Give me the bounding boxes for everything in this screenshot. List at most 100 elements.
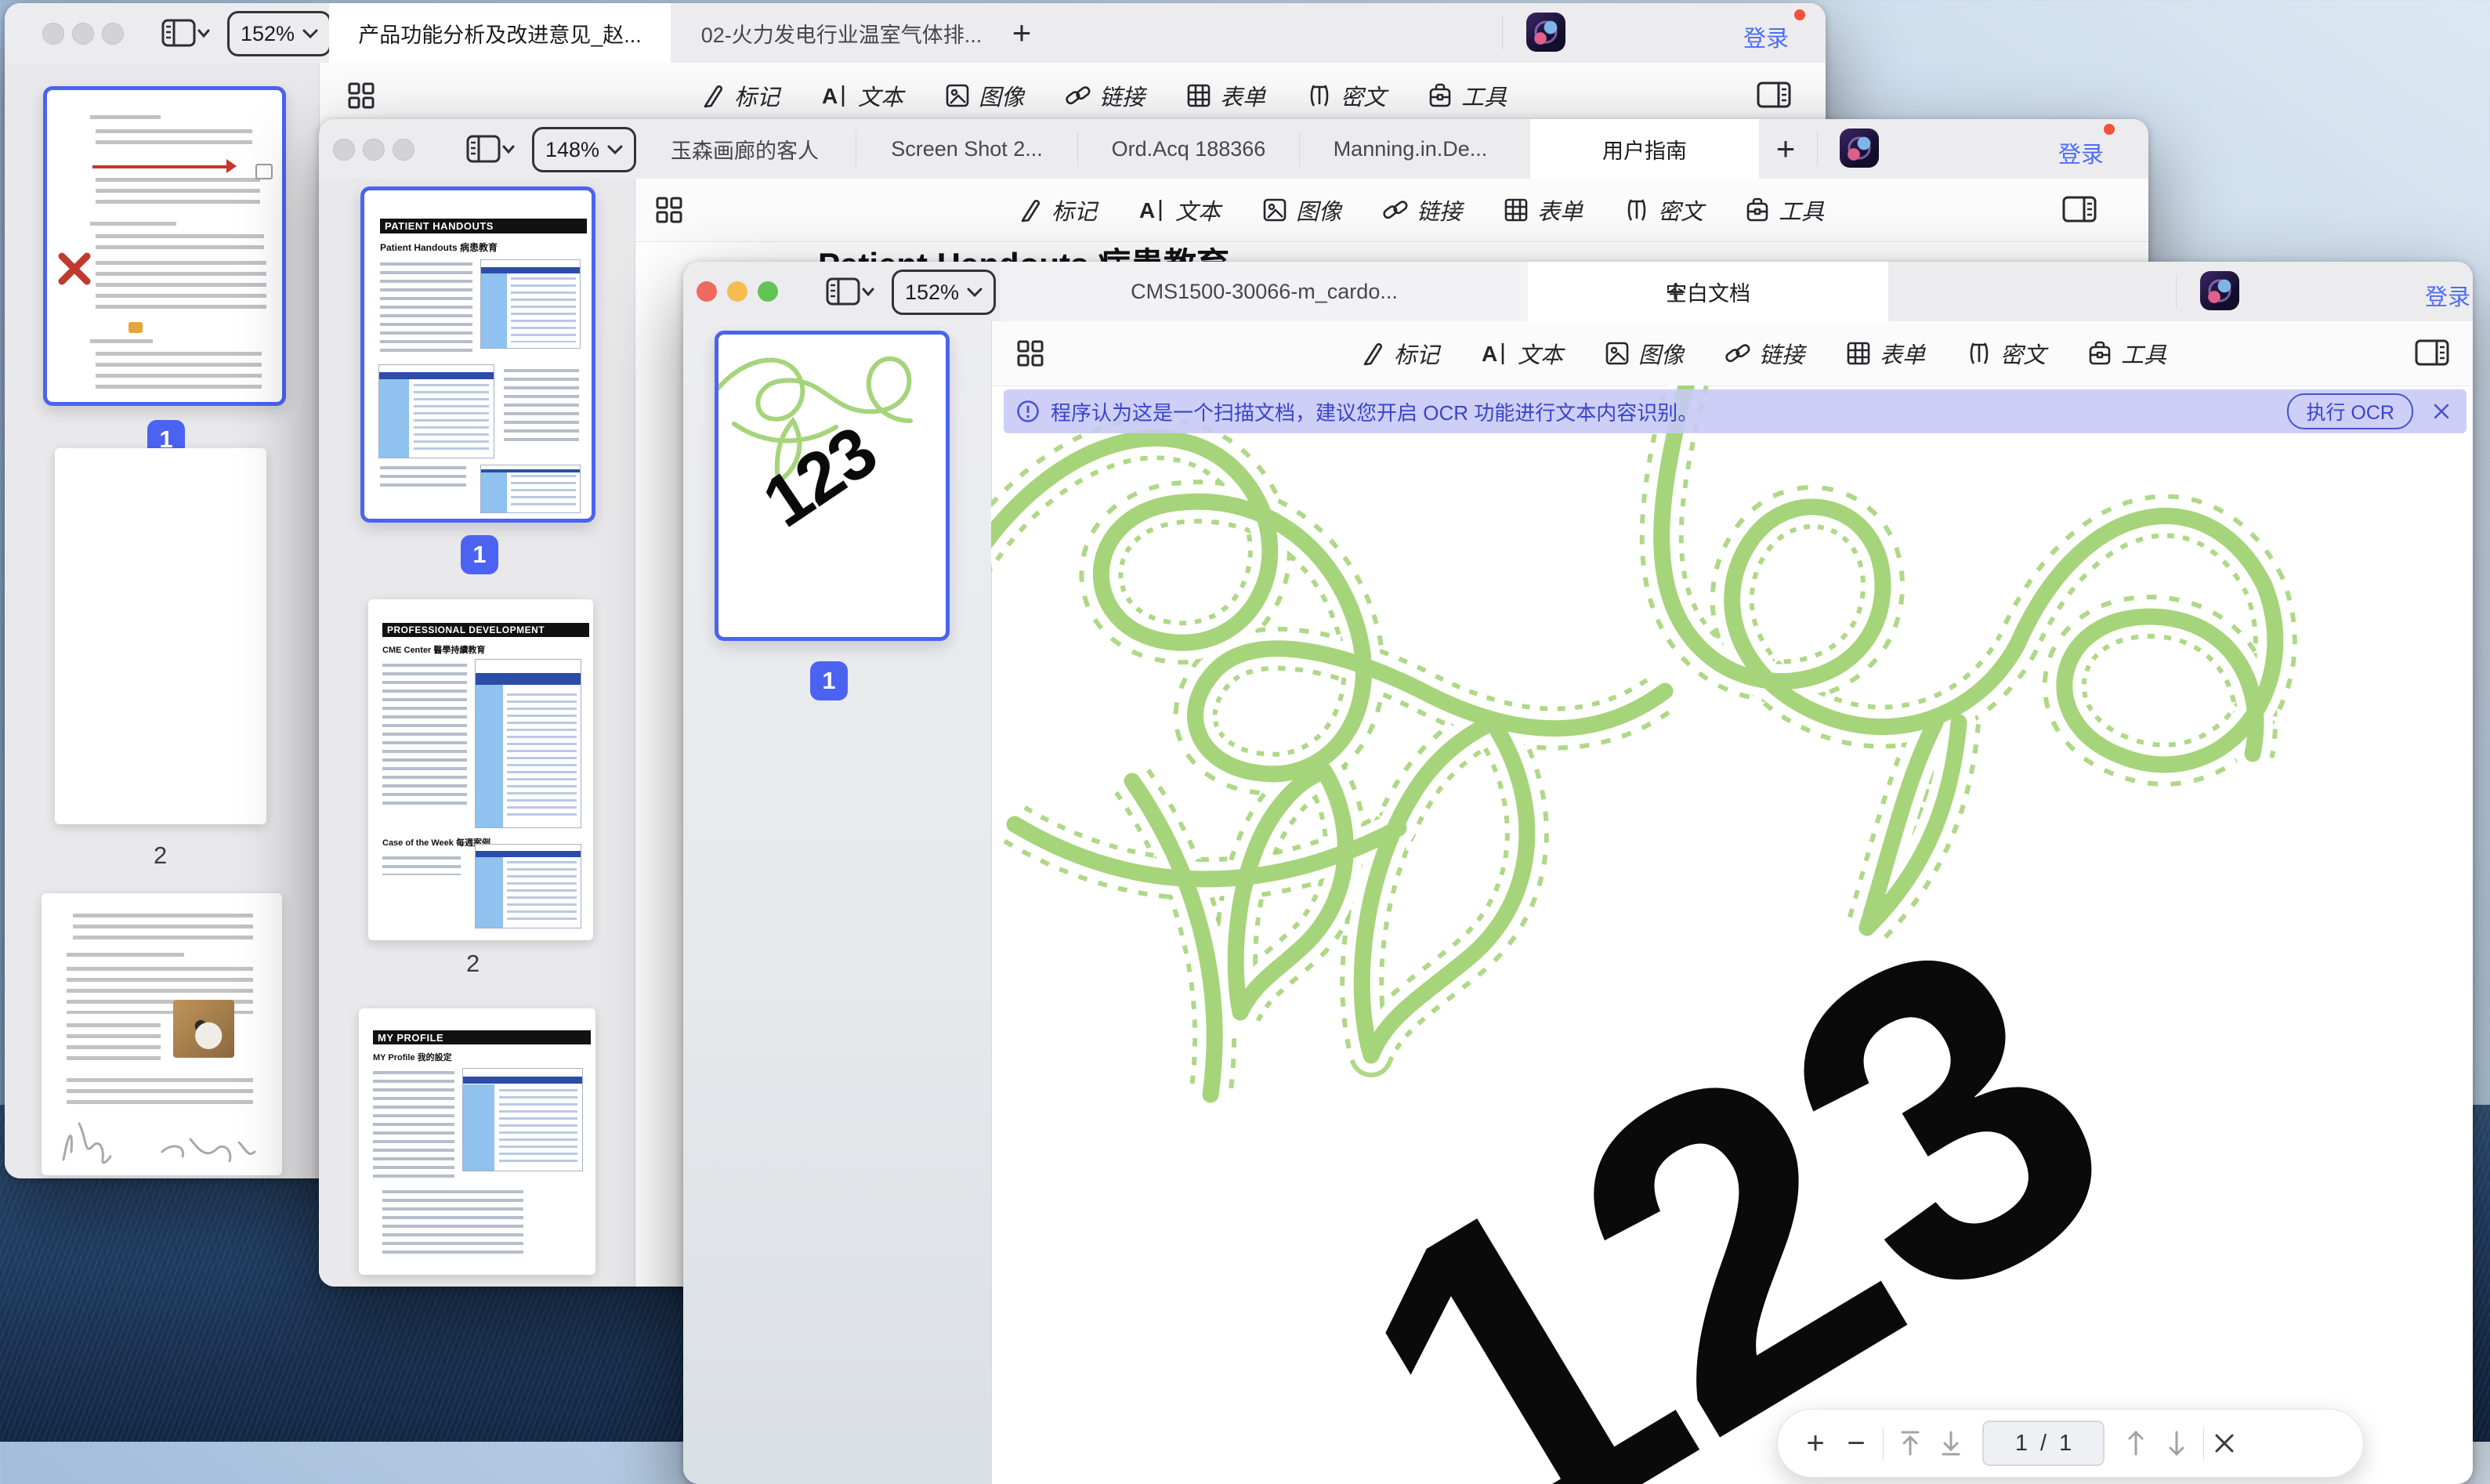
zoom-level-dropdown[interactable]: 152% xyxy=(892,270,996,315)
tool-redact[interactable]: 密文 xyxy=(1623,194,1703,226)
page-thumbnail-3[interactable]: MY PROFILE MY Profile 我的設定 xyxy=(359,1008,595,1275)
titlebar: 148% 玉森画廊的客人 Screen Shot 2... Ord.Acq 18… xyxy=(319,119,2148,179)
new-tab-button[interactable]: + xyxy=(1770,133,1801,165)
page-number-badge: 1 xyxy=(461,535,498,574)
tab-user-guide[interactable]: 用户指南 xyxy=(1530,119,1759,179)
close-window-icon[interactable] xyxy=(42,23,64,45)
sidebar-toggle-icon[interactable] xyxy=(466,133,515,165)
svg-text:A: A xyxy=(1139,198,1155,223)
tool-tools[interactable]: 工具 xyxy=(1427,79,1507,112)
thumbnails-grid-icon[interactable] xyxy=(1016,339,1044,367)
account-avatar[interactable] xyxy=(1840,128,1879,168)
tool-tools[interactable]: 工具 xyxy=(2086,337,2166,370)
sidebar-toggle-icon[interactable] xyxy=(161,17,210,49)
account-avatar[interactable] xyxy=(1526,13,1565,52)
right-panel-toggle-icon[interactable] xyxy=(2415,339,2449,366)
zoom-out-button[interactable]: − xyxy=(1836,1426,1877,1461)
toolbar: 标记 A文本 图像 链接 表单 密文 工具 xyxy=(635,179,2148,242)
page-thumbnail-2[interactable]: PROFESSIONAL DEVELOPMENT CME Center 醫學持續… xyxy=(368,599,593,940)
tab-document-4[interactable]: Manning.in.De... xyxy=(1300,119,1521,179)
zoom-level-dropdown[interactable]: 148% xyxy=(532,127,636,172)
login-link[interactable]: 登录 xyxy=(2058,136,2104,169)
thumbnails-grid-icon[interactable] xyxy=(655,196,683,224)
minimize-window-icon[interactable] xyxy=(727,281,747,302)
new-tab-button[interactable]: + xyxy=(1006,17,1037,49)
toolbar: 标记 A文本 图像 链接 表单 密文 工具 xyxy=(991,321,2473,386)
minimize-window-icon[interactable] xyxy=(363,139,385,161)
tab-blank-document[interactable]: 空白文档 xyxy=(1528,262,1888,322)
tab-document-2[interactable]: 02-火力发电行业温室气体排... xyxy=(671,3,1012,63)
minimize-window-icon[interactable] xyxy=(72,23,94,45)
page-navigation-bar: + − 1 / 1 xyxy=(1777,1409,2364,1478)
maximize-window-icon[interactable] xyxy=(102,23,124,45)
tab-document-1[interactable]: 产品功能分析及改进意见_赵... xyxy=(329,3,671,63)
tool-redact[interactable]: 密文 xyxy=(1306,79,1386,112)
desktop: { "login_label": "登录", "glyphs": { "plus… xyxy=(0,0,2490,1442)
login-link[interactable]: 登录 xyxy=(2425,279,2470,312)
page-thumbnail-1[interactable] xyxy=(43,86,286,406)
tool-markup[interactable]: 标记 xyxy=(1359,337,1439,370)
tab-document-2[interactable]: Screen Shot 2... xyxy=(856,119,1077,179)
tool-link[interactable]: 链接 xyxy=(1065,79,1145,112)
close-window-icon[interactable] xyxy=(697,281,717,302)
tab-document-3[interactable]: Ord.Acq 188366 xyxy=(1078,119,1299,179)
tool-link[interactable]: 链接 xyxy=(1725,337,1804,370)
zoom-level-value: 148% xyxy=(545,138,599,162)
tab-document-1[interactable]: CMS1500-30066-m_cardo... xyxy=(1001,262,1528,322)
comment-annotation-icon xyxy=(128,322,143,333)
cat-photo xyxy=(173,1000,234,1058)
first-page-icon[interactable] xyxy=(1890,1428,1931,1459)
titlebar: 152% 产品功能分析及改进意见_赵... 02-火力发电行业温室气体排... … xyxy=(5,3,1826,63)
page-indicator[interactable]: 1 / 1 xyxy=(1982,1421,2105,1466)
tool-form[interactable]: 表单 xyxy=(1503,194,1583,226)
close-window-icon[interactable] xyxy=(333,139,355,161)
tool-form[interactable]: 表单 xyxy=(1185,79,1265,112)
tool-form[interactable]: 表单 xyxy=(1845,337,1925,370)
tool-tools[interactable]: 工具 xyxy=(1744,194,1824,226)
tool-image[interactable]: 图像 xyxy=(1261,194,1341,226)
next-page-icon[interactable] xyxy=(2156,1428,2197,1459)
page-thumbnail-1[interactable]: 123 xyxy=(715,331,950,641)
zoom-level-value: 152% xyxy=(905,281,959,305)
thumbnail-sidebar: 123 1 xyxy=(683,321,992,1484)
annotation-arrow xyxy=(92,165,230,168)
signature-strokes xyxy=(52,1111,272,1174)
close-navigation-icon[interactable] xyxy=(2210,1429,2238,1457)
titlebar: 152% CMS1500-30066-m_cardo... 空白文档 + 登录 xyxy=(683,262,2473,322)
tab-document-1[interactable]: 玉森画廊的客人 xyxy=(634,119,856,179)
thumbnails-grid-icon[interactable] xyxy=(347,81,375,110)
mini-screenshot xyxy=(480,259,581,349)
tool-image[interactable]: 图像 xyxy=(944,79,1024,112)
notification-dot xyxy=(1794,9,1805,20)
ocr-message: 程序认为这是一个扫描文档，建议您开启 OCR 功能进行文本内容识别。 xyxy=(1051,397,1698,426)
thumb-section-header: PATIENT HANDOUTS xyxy=(380,219,587,233)
run-ocr-button[interactable]: 执行 OCR xyxy=(2287,393,2413,429)
previous-page-icon[interactable] xyxy=(2115,1428,2156,1459)
document-canvas[interactable]: 123 程序认为这是一个扫描文档，建议您开启 OCR 功能进行文本内容识别。 执… xyxy=(991,321,2473,1484)
tool-text[interactable]: A文本 xyxy=(1138,194,1221,226)
tool-markup[interactable]: 标记 xyxy=(700,79,780,112)
close-icon[interactable] xyxy=(2432,402,2451,421)
right-panel-toggle-icon[interactable] xyxy=(1757,81,1791,108)
sidebar-toggle-icon[interactable] xyxy=(826,276,874,307)
zoom-in-button[interactable]: + xyxy=(1795,1426,1836,1461)
tab-label: 02-火力发电行业温室气体排... xyxy=(701,18,983,49)
tool-redact[interactable]: 密文 xyxy=(1966,337,2046,370)
tool-text[interactable]: A文本 xyxy=(1480,337,1563,370)
tool-text[interactable]: A文本 xyxy=(820,79,903,112)
maximize-window-icon[interactable] xyxy=(393,139,414,161)
tool-image[interactable]: 图像 xyxy=(1604,337,1684,370)
tool-link[interactable]: 链接 xyxy=(1382,194,1462,226)
page-thumbnail-1[interactable]: PATIENT HANDOUTS Patient Handouts 病患教育 xyxy=(360,186,595,523)
account-avatar[interactable] xyxy=(2200,271,2239,310)
right-panel-toggle-icon[interactable] xyxy=(2062,196,2097,223)
page-thumbnail-3[interactable] xyxy=(42,893,282,1175)
page-thumbnail-2[interactable] xyxy=(55,448,266,824)
new-tab-button[interactable]: + xyxy=(1659,276,1691,307)
maximize-window-icon[interactable] xyxy=(758,281,778,302)
tool-markup[interactable]: 标记 xyxy=(1017,194,1097,226)
last-page-icon[interactable] xyxy=(1931,1428,1971,1459)
mini-screenshot xyxy=(462,1068,583,1171)
zoom-level-dropdown[interactable]: 152% xyxy=(227,11,331,56)
login-link[interactable]: 登录 xyxy=(1743,20,1789,53)
